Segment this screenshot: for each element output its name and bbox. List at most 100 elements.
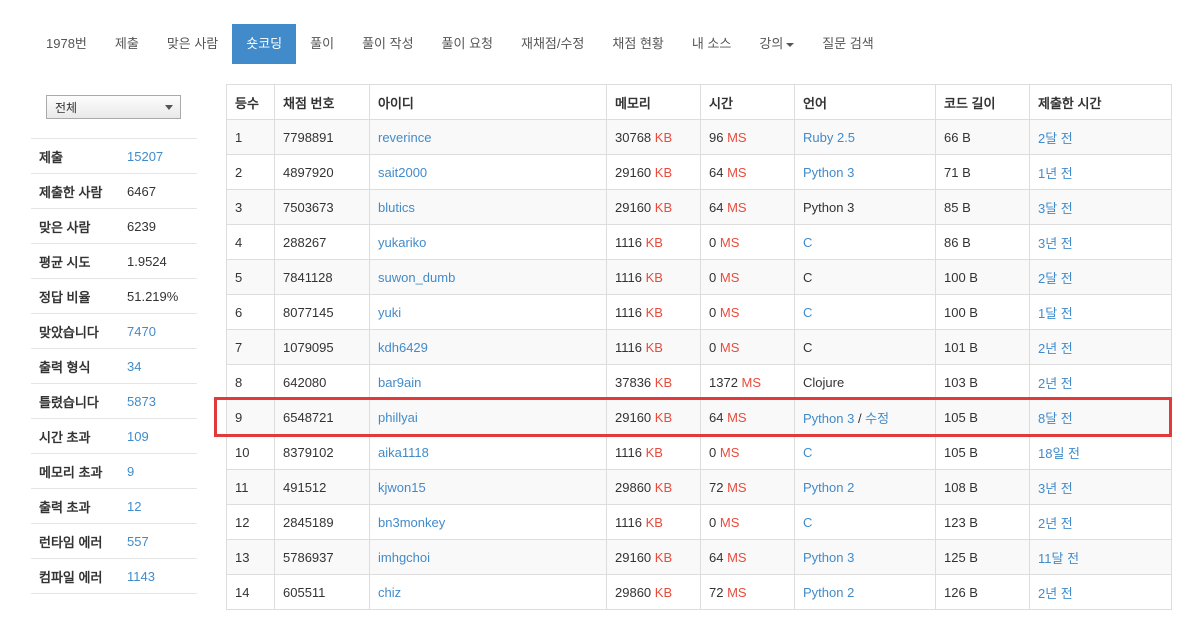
time-value: 0	[709, 269, 717, 285]
user-link[interactable]: aika1118	[378, 445, 429, 460]
column-header: 제출한 시간	[1029, 84, 1172, 120]
stat-value-link[interactable]: 12	[127, 499, 141, 514]
stat-value-link[interactable]: 1143	[127, 569, 155, 584]
stat-value-link[interactable]: 109	[127, 429, 149, 444]
stat-value: 51.219%	[127, 288, 179, 304]
stat-value-link[interactable]: 557	[127, 534, 149, 549]
table-row: 6 8077145 yuki 1116 KB 0 MS C 100 B 1달 전	[226, 294, 1172, 330]
submitted-time-link[interactable]: 3년 전	[1038, 236, 1073, 251]
memory-unit: KB	[654, 584, 673, 600]
edit-link[interactable]: 수정	[865, 411, 889, 426]
submitted-time-link[interactable]: 8달 전	[1038, 411, 1073, 426]
tab-11[interactable]: 질문 검색	[808, 24, 887, 64]
stat-row: 정답 비율 51.219%	[31, 279, 197, 314]
language-link[interactable]: C	[803, 235, 812, 250]
rank-cell: 5	[226, 259, 275, 295]
submitted-time-cell: 3달 전	[1029, 189, 1172, 225]
memory-value: 1116	[615, 444, 642, 460]
problem-nav: 1978번 제출 맞은 사람 숏코딩 풀이 풀이 작성 풀이 요청 재채점/수정 채점 현황 내 …	[32, 24, 888, 64]
submitted-time-link[interactable]: 1년 전	[1038, 166, 1073, 181]
submitted-time-link[interactable]: 3달 전	[1038, 201, 1073, 216]
user-link[interactable]: suwon_dumb	[378, 270, 455, 285]
table-header-row: 등수 채점 번호 아이디 메모리 시간 언어 코드 길이 제출한 시간	[226, 84, 1172, 120]
table-row: 2 4897920 sait2000 29160 KB 64 MS Python 3 71 …	[226, 154, 1172, 190]
submission-id-cell: 288267	[274, 224, 370, 260]
tab-8[interactable]: 채점 현황	[598, 24, 677, 64]
rank-cell: 9	[226, 399, 275, 435]
stats-list: 제출 15207 제출한 사람 6467 맞은 사람 6239 평균 시도 1.9524 정답 …	[31, 139, 197, 594]
time-unit: MS	[741, 374, 762, 390]
user-link[interactable]: phillyai	[378, 410, 418, 425]
submitted-time-link[interactable]: 11달 전	[1038, 551, 1079, 566]
stat-label: 제출한 사람	[39, 184, 103, 200]
tab-10[interactable]: 강의	[745, 24, 808, 64]
time-unit: MS	[727, 584, 747, 600]
tab-label: 질문 검색	[822, 36, 874, 51]
user-link[interactable]: reverince	[378, 130, 431, 145]
time-value: 0	[709, 444, 717, 460]
tab-6[interactable]: 풀이 요청	[428, 24, 507, 64]
user-link[interactable]: bar9ain	[378, 375, 421, 390]
table-row: 9 6548721 phillyai 29160 KB 64 MS Python 3 / …	[226, 399, 1172, 435]
language-link[interactable]: Python 3	[803, 411, 854, 426]
language-cell: Python 3 / 수정	[794, 399, 936, 435]
user-link[interactable]: kdh6429	[378, 340, 428, 355]
user-link[interactable]: bn3monkey	[378, 515, 445, 530]
language-filter-select[interactable]: 전체	[46, 95, 181, 119]
submitted-time-link[interactable]: 2달 전	[1038, 271, 1073, 286]
memory-value: 29160	[615, 199, 652, 215]
language-link[interactable]: Python 2	[803, 585, 854, 600]
user-link[interactable]: yuki	[378, 305, 401, 320]
tab-1[interactable]: 제출	[101, 24, 153, 64]
table-body: 1 7798891 reverince 30768 KB 96 MS Ruby 2.5 66…	[226, 119, 1172, 610]
code-length-cell: 105 B	[935, 434, 1030, 470]
memory-unit: KB	[645, 339, 663, 355]
submitted-time-link[interactable]: 2년 전	[1038, 586, 1073, 601]
user-link[interactable]: imhgchoi	[378, 550, 430, 565]
stat-label: 정답 비율	[39, 289, 91, 305]
submitted-time-link[interactable]: 2달 전	[1038, 131, 1073, 146]
user-link[interactable]: yukariko	[378, 235, 426, 250]
user-link[interactable]: kjwon15	[378, 480, 426, 495]
submission-id-cell: 4897920	[274, 154, 370, 190]
submitted-time-link[interactable]: 1달 전	[1038, 306, 1073, 321]
language-link[interactable]: C	[803, 305, 812, 320]
time-value: 72	[709, 584, 724, 600]
tab-label: 강의	[759, 36, 784, 51]
stat-value: 1.9524	[127, 253, 167, 269]
stat-value-link[interactable]: 7470	[127, 324, 156, 339]
rank-cell: 4	[226, 224, 275, 260]
stat-value-link[interactable]: 15207	[127, 149, 163, 164]
submitted-time-cell: 18일 전	[1029, 434, 1172, 470]
language-link[interactable]: Python 2	[803, 480, 854, 495]
user-link[interactable]: blutics	[378, 200, 415, 215]
memory-cell: 1116 KB	[606, 434, 701, 470]
tab-5[interactable]: 풀이 작성	[348, 24, 427, 64]
stat-value-link[interactable]: 34	[127, 359, 141, 374]
language-link[interactable]: C	[803, 515, 812, 530]
submission-id-cell: 642080	[274, 364, 370, 400]
tab-0[interactable]: 1978번	[32, 24, 101, 64]
submitted-time-link[interactable]: 2년 전	[1038, 341, 1073, 356]
memory-unit: KB	[645, 514, 663, 530]
language-link[interactable]: Ruby 2.5	[803, 130, 855, 145]
language-link[interactable]: Python 3	[803, 165, 854, 180]
submitted-time-link[interactable]: 3년 전	[1038, 481, 1073, 496]
tab-2[interactable]: 맞은 사람	[153, 24, 232, 64]
stat-value-link[interactable]: 5873	[127, 394, 156, 409]
language-link[interactable]: Python 3	[803, 550, 854, 565]
submitted-time-link[interactable]: 2년 전	[1038, 376, 1073, 391]
tab-3[interactable]: 숏코딩	[232, 24, 297, 64]
language-link[interactable]: C	[803, 445, 812, 460]
language-cell: Ruby 2.5	[794, 119, 936, 155]
tab-4[interactable]: 풀이	[296, 24, 348, 64]
user-link[interactable]: sait2000	[378, 165, 427, 180]
tab-9[interactable]: 내 소스	[678, 24, 746, 64]
tab-7[interactable]: 재채점/수정	[507, 24, 598, 64]
memory-cell: 29160 KB	[606, 154, 701, 190]
table-row: 13 5786937 imhgchoi 29160 KB 64 MS Python 3 12…	[226, 539, 1172, 575]
submitted-time-link[interactable]: 18일 전	[1038, 446, 1080, 461]
stat-value-link[interactable]: 9	[127, 464, 134, 479]
submitted-time-link[interactable]: 2년 전	[1038, 516, 1073, 531]
user-link[interactable]: chiz	[378, 585, 401, 600]
